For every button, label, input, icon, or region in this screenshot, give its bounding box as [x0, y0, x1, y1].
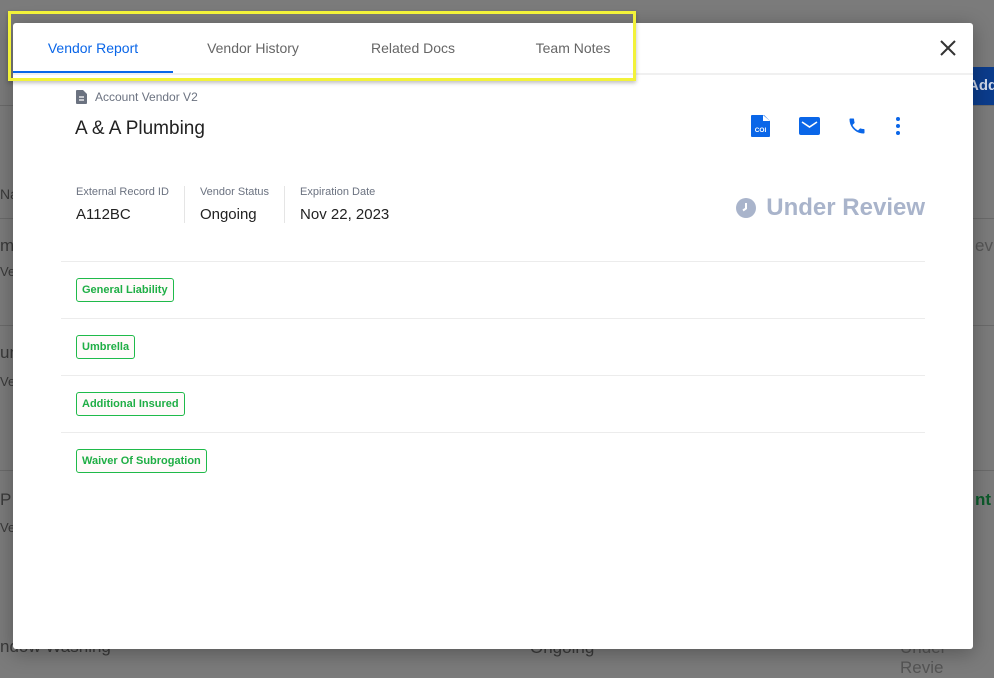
coverage-tag: Umbrella [76, 335, 136, 359]
coverage-tag: Waiver Of Subrogation [76, 449, 207, 473]
field-expiration-date: Expiration Date Nov 22, 2023 [284, 186, 404, 223]
clock-icon [736, 198, 757, 218]
background-text: evie [975, 236, 994, 255]
status-badge: Under Review [736, 194, 925, 222]
vendor-type-label: Account Vendor V2 [95, 90, 198, 104]
list-item: Umbrella [61, 318, 925, 375]
email-icon [799, 117, 820, 135]
svg-text:COI: COI [755, 127, 767, 134]
tab-team-notes[interactable]: Team Notes [493, 23, 653, 73]
vendor-fields: External Record ID A112BC Vendor Status … [76, 186, 404, 223]
tab-vendor-report[interactable]: Vendor Report [13, 23, 173, 75]
close-icon [940, 40, 956, 56]
coverage-list: General Liability Umbrella Additional In… [61, 261, 925, 489]
background-text: nt [975, 490, 992, 509]
list-item: General Liability [61, 261, 925, 318]
vendor-modal: Vendor Report Vendor History Related Doc… [13, 23, 973, 649]
coverage-tag: General Liability [76, 278, 174, 302]
email-button[interactable] [799, 113, 847, 139]
phone-button[interactable] [847, 113, 895, 139]
coi-document-icon: COI [751, 115, 770, 137]
tab-bar: Vendor Report Vendor History Related Doc… [13, 23, 653, 75]
coverage-tag: Additional Insured [76, 392, 185, 416]
field-external-record-id: External Record ID A112BC [76, 186, 169, 223]
tab-vendor-history[interactable]: Vendor History [173, 23, 333, 73]
coi-button[interactable]: COI [751, 113, 799, 139]
close-button[interactable] [935, 35, 961, 61]
more-options-button[interactable] [895, 113, 943, 139]
background-text: P [0, 490, 12, 509]
divider [13, 73, 973, 75]
phone-icon [849, 118, 865, 134]
vendor-type: Account Vendor V2 [76, 90, 198, 104]
status-text: Under Review [766, 194, 925, 221]
field-vendor-status: Vendor Status Ongoing [183, 186, 284, 223]
tab-related-docs[interactable]: Related Docs [333, 23, 493, 73]
list-item: Additional Insured [61, 375, 925, 432]
document-icon [76, 90, 87, 104]
more-vertical-icon [896, 117, 900, 135]
vendor-actions: COI [751, 113, 943, 139]
vendor-name: A & A Plumbing [75, 118, 205, 139]
list-item: Waiver Of Subrogation [61, 432, 925, 489]
